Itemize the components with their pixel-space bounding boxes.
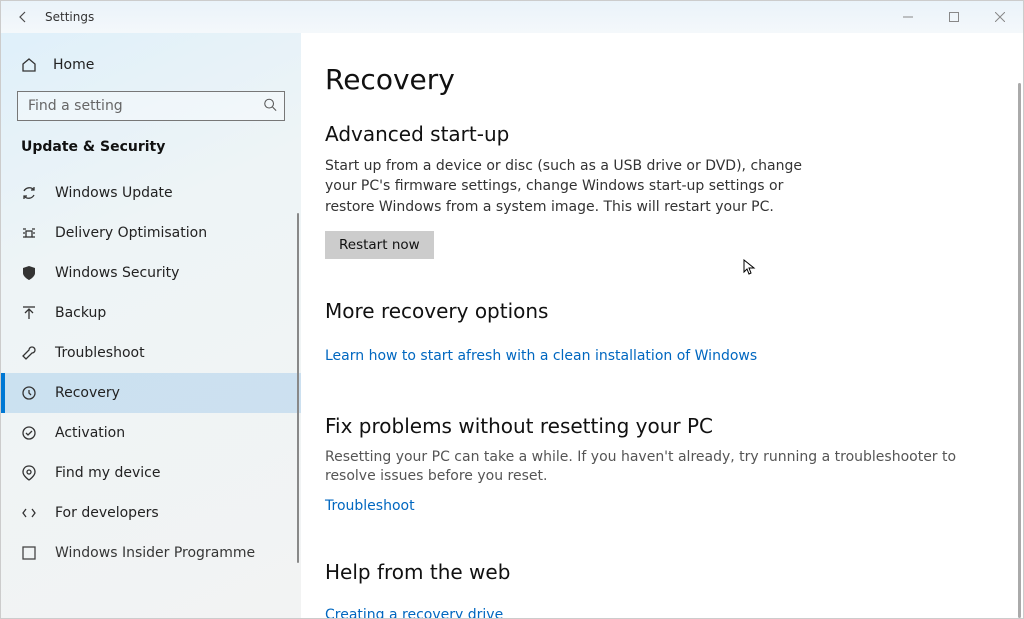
sidebar-item-label: Troubleshoot [55, 345, 145, 361]
titlebar: Settings [1, 1, 1023, 33]
sidebar-item-recovery[interactable]: Recovery [1, 373, 301, 413]
sync-icon [21, 185, 37, 201]
sidebar-item-label: Delivery Optimisation [55, 225, 207, 241]
close-icon [995, 12, 1005, 22]
troubleshoot-icon [21, 345, 37, 361]
back-button[interactable] [1, 1, 45, 33]
minimize-button[interactable] [885, 1, 931, 33]
maximize-icon [949, 12, 959, 22]
fix-problems-heading: Fix problems without resetting your PC [325, 414, 1003, 438]
nav-list: Windows Update Delivery Optimisation Win… [1, 173, 301, 573]
page-title: Recovery [325, 63, 1003, 96]
window-title: Settings [45, 10, 885, 24]
arrow-left-icon [15, 9, 31, 25]
sidebar-item-label: Windows Update [55, 185, 173, 201]
home-link[interactable]: Home [1, 49, 301, 91]
delivery-icon [21, 225, 37, 241]
sidebar-item-label: Recovery [55, 385, 120, 401]
home-icon [21, 57, 37, 73]
activation-icon [21, 425, 37, 441]
content-area: Recovery Advanced start-up Start up from… [301, 33, 1023, 618]
sidebar-item-troubleshoot[interactable]: Troubleshoot [1, 333, 301, 373]
sidebar-item-activation[interactable]: Activation [1, 413, 301, 453]
recovery-icon [21, 385, 37, 401]
insider-icon [21, 545, 37, 561]
search-input[interactable] [17, 91, 285, 121]
sidebar-scrollbar[interactable] [297, 213, 299, 563]
close-button[interactable] [977, 1, 1023, 33]
backup-icon [21, 305, 37, 321]
sidebar-item-find-my-device[interactable]: Find my device [1, 453, 301, 493]
content-scrollbar[interactable] [1018, 83, 1021, 618]
recovery-drive-link[interactable]: Creating a recovery drive [325, 607, 503, 618]
sidebar-item-for-developers[interactable]: For developers [1, 493, 301, 533]
more-recovery-heading: More recovery options [325, 299, 1003, 323]
sidebar-item-label: Windows Security [55, 265, 179, 281]
maximize-button[interactable] [931, 1, 977, 33]
find-icon [21, 465, 37, 481]
sidebar-item-backup[interactable]: Backup [1, 293, 301, 333]
sidebar-item-windows-update[interactable]: Windows Update [1, 173, 301, 213]
sidebar-item-label: For developers [55, 505, 159, 521]
troubleshoot-link[interactable]: Troubleshoot [325, 498, 415, 514]
sidebar-item-delivery-optimisation[interactable]: Delivery Optimisation [1, 213, 301, 253]
restart-now-button[interactable]: Restart now [325, 231, 434, 259]
sidebar-item-label: Backup [55, 305, 106, 321]
clean-install-link[interactable]: Learn how to start afresh with a clean i… [325, 348, 757, 364]
search-wrapper [17, 91, 285, 121]
shield-icon [21, 265, 37, 281]
help-from-web-heading: Help from the web [325, 560, 1003, 584]
sidebar: Home Update & Security Windows Update De… [1, 33, 301, 618]
developers-icon [21, 505, 37, 521]
advanced-startup-desc: Start up from a device or disc (such as … [325, 156, 805, 217]
settings-window: Settings Home Update & Se [0, 0, 1024, 619]
fix-problems-desc: Resetting your PC can take a while. If y… [325, 448, 1003, 487]
sidebar-item-windows-security[interactable]: Windows Security [1, 253, 301, 293]
advanced-startup-heading: Advanced start-up [325, 122, 1003, 146]
sidebar-item-label: Activation [55, 425, 125, 441]
sidebar-section-title: Update & Security [1, 139, 301, 167]
search-icon [263, 97, 277, 116]
sidebar-item-label: Windows Insider Programme [55, 545, 255, 561]
sidebar-item-windows-insider[interactable]: Windows Insider Programme [1, 533, 301, 573]
minimize-icon [903, 12, 913, 22]
sidebar-item-label: Find my device [55, 465, 161, 481]
home-label: Home [53, 57, 94, 73]
